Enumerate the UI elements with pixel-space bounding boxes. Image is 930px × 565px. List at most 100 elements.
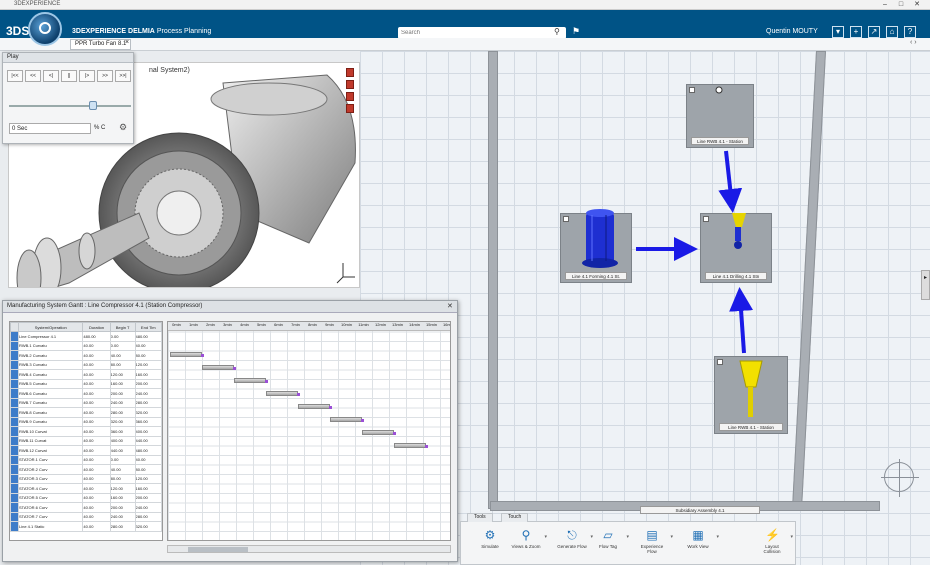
gantt-bar[interactable] [362,430,396,435]
timeline-tick: 5min [257,322,266,327]
table-row[interactable]: STATOR.6 Curv 40.00 200.00 240.00 [10,502,162,513]
views-zoom-button[interactable]: ⚲ Views & Zoom ▾ [511,528,547,549]
table-cell: RWB.9 Curvatu [17,416,84,427]
flow-tag-button[interactable]: ▱ Flow Tag ▾ [593,528,629,549]
table-row[interactable]: RWB.1 Curvatu 40.00 0.00 40.00 [10,340,162,351]
work-view-button[interactable]: ▦ Work View ▾ [683,528,719,549]
chevron-down-icon[interactable]: ▾ [626,534,629,540]
tag-icon[interactable]: ⚑ [572,26,580,37]
center-station-part [732,213,746,249]
table-row[interactable]: STATOR.5 Curv 40.00 160.00 200.00 [10,492,162,503]
table-row[interactable]: STATOR.2 Curv 40.00 40.00 80.00 [10,464,162,475]
tab-tools[interactable]: Tools [467,513,493,522]
compass-icon[interactable] [28,12,62,46]
home-icon[interactable]: ⌂ [886,26,898,38]
timeline-tick: 1min [189,322,198,327]
table-row[interactable]: RWB.7 Curvatu 40.00 240.00 280.00 [10,397,162,408]
chevron-down-icon[interactable]: ▾ [544,534,547,540]
time-slider-handle[interactable] [89,101,98,110]
jump-end-button[interactable]: >>| [115,70,131,82]
fast-backward-button[interactable]: << [25,70,41,82]
table-row[interactable]: Line Compressor 4.1 480.00 0.00 480.00 [10,331,162,342]
generate-flow-button[interactable]: ⎋ Generate Flow ▾ [557,528,593,549]
tool-icon-4[interactable] [346,104,354,113]
chevron-down-icon[interactable]: ▾ [790,534,793,540]
table-row[interactable]: RWB.10 Curvat 40.00 360.00 400.00 [10,426,162,437]
gantt-bar[interactable] [330,417,364,422]
gantt-scrollbar[interactable] [167,545,451,553]
play-panel: Play |<< << <| || |> >> >>| 0 Sec % C ⚙ [2,52,134,144]
table-row[interactable]: RWB.11 Curvat 40.00 400.00 440.00 [10,435,162,446]
table-row[interactable]: RWB.6 Curvatu 40.00 200.00 240.00 [10,388,162,399]
add-icon[interactable]: + [850,26,862,38]
table-row[interactable]: RWB.5 Curvatu 40.00 160.00 200.00 [10,378,162,389]
viewer-toolbar [346,68,356,116]
layout-collision-button[interactable]: ⚡ Layout Collision ▾ [757,528,793,554]
table-row[interactable]: RWB.2 Curvatu 40.00 40.00 80.00 [10,350,162,361]
flow-arrow-top [718,150,743,213]
gantt-bar[interactable] [394,443,428,448]
gantt-bar[interactable] [266,391,300,396]
time-input[interactable]: 0 Sec [9,123,91,134]
gantt-bar[interactable] [202,365,236,370]
table-row[interactable]: STATOR.4 Curv 40.00 120.00 160.00 [10,483,162,494]
time-unit[interactable]: % C [94,125,105,131]
col-header-operation[interactable]: System/Operation [17,322,84,332]
gear-icon[interactable]: ⚙ [119,122,127,133]
experience-flow-button[interactable]: ▤ Experience Flow ▾ [637,528,673,554]
fast-forward-button[interactable]: >> [97,70,113,82]
operation-icon [10,492,19,503]
gantt-close-button[interactable]: ✕ [447,302,453,310]
table-cell: STATOR.1 Curv [17,454,84,465]
gantt-chart[interactable]: 0min 1min 2min 3min 4min 5min 6min 7min 8min 9min… [167,321,451,541]
step-backward-button[interactable]: <| [43,70,59,82]
timeline-tick: 14min [409,322,420,327]
table-row[interactable]: RWB.8 Curvatu 40.00 280.00 320.00 [10,407,162,418]
minimize-button[interactable]: – [878,0,892,10]
jump-start-button[interactable]: |<< [7,70,23,82]
simulate-button[interactable]: ⚙ Simulate [475,528,505,549]
table-cell: 80.00 [109,473,136,484]
user-name[interactable]: Quentin MOUTY [766,28,818,35]
side-panel-tab[interactable]: ▸ [921,270,930,300]
table-row[interactable]: Line 4.1 Static 40.00 280.00 320.00 [10,521,162,532]
col-header-duration[interactable]: Duration [82,322,111,332]
tab-ppr-turbo-fan[interactable]: PPR Turbo Fan 8.1 [70,39,132,50]
table-row[interactable]: RWB.4 Curvatu 40.00 120.00 160.00 [10,369,162,380]
help-icon[interactable]: ? [904,26,916,38]
table-cell: 200.00 [134,378,162,389]
time-slider-track[interactable] [9,105,131,107]
gantt-bar[interactable] [170,352,204,357]
table-row[interactable]: RWB.9 Curvatu 40.00 320.00 360.00 [10,416,162,427]
share-icon[interactable]: ↗ [868,26,880,38]
chevron-down-icon[interactable]: ▾ [670,534,673,540]
gantt-bar[interactable] [234,378,268,383]
yellow-tool-part [739,360,763,417]
col-header-begin[interactable]: Begin T [109,322,136,332]
search-icon[interactable]: ⚲ [554,27,560,36]
scroll-thumb[interactable] [188,547,248,552]
table-cell: RWB.11 Curvat [17,435,84,446]
tool-icon-1[interactable] [346,68,354,77]
table-row[interactable]: STATOR.3 Curv 40.00 80.00 120.00 [10,473,162,484]
close-window-button[interactable]: ✕ [910,0,924,10]
tab-touch[interactable]: Touch [501,513,529,522]
maximize-button[interactable]: □ [894,0,908,10]
table-row[interactable]: STATOR.7 Curv 40.00 240.00 280.00 [10,511,162,522]
tool-icon-2[interactable] [346,80,354,89]
play-button[interactable]: |> [79,70,95,82]
table-row[interactable]: STATOR.1 Curv 40.00 0.00 40.00 [10,454,162,465]
close-tab-icon[interactable]: × [125,39,129,46]
panel-toggle-icon[interactable]: ‹ › [910,39,917,46]
col-header-end[interactable]: End Tim [134,322,162,332]
tool-icon-3[interactable] [346,92,354,101]
timeline-tick: 12min [375,322,386,327]
pause-button[interactable]: || [61,70,77,82]
navigation-compass-icon[interactable] [881,459,919,497]
table-row[interactable]: RWB.3 Curvatu 40.00 80.00 120.00 [10,359,162,370]
user-menu-icon[interactable]: ▾ [832,26,844,38]
chevron-down-icon[interactable]: ▾ [716,534,719,540]
table-row[interactable]: RWB.12 Curvat 40.00 440.00 480.00 [10,445,162,456]
table-cell: 160.00 [109,378,136,389]
gantt-bar[interactable] [298,404,332,409]
